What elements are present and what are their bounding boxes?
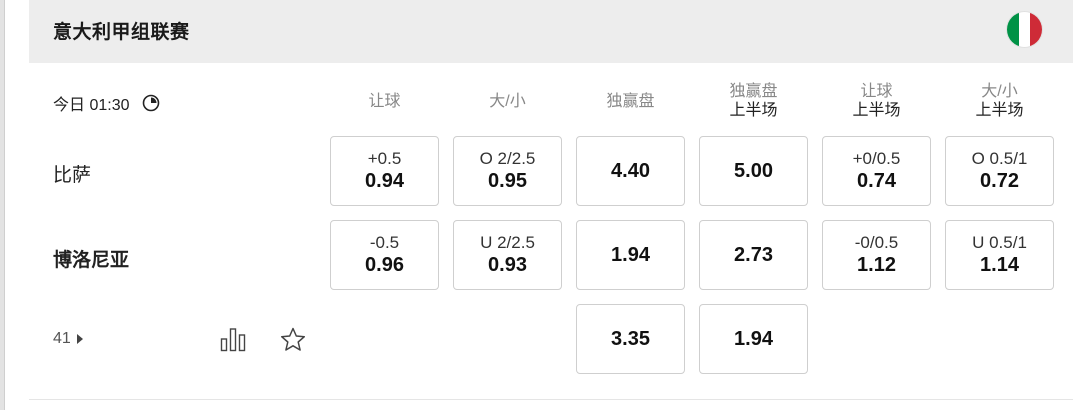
- odds-value: 2.73: [734, 244, 773, 266]
- odds-value: 0.96: [365, 254, 404, 276]
- odds-value: 0.94: [365, 170, 404, 192]
- odds-line: +0.5: [367, 149, 402, 168]
- odds-line: +0/0.5: [852, 149, 901, 168]
- odds-away-handicap[interactable]: -0.5 0.96: [330, 220, 439, 290]
- odds-line: O 2/2.5: [479, 149, 536, 168]
- odds-value: 1.14: [980, 254, 1019, 276]
- league-card: 意大利甲组联赛 今日 01:30 让球 大/小 独赢盘 独赢盘 上半场 让球 上…: [29, 0, 1073, 410]
- odds-away-moneyline[interactable]: 1.94: [576, 220, 685, 290]
- odds-home-over-under[interactable]: O 2/2.5 0.95: [453, 136, 562, 206]
- col-header-sublabel: 上半场: [729, 102, 778, 119]
- league-header[interactable]: 意大利甲组联赛: [29, 0, 1073, 63]
- odds-home-moneyline[interactable]: 4.40: [576, 136, 685, 206]
- star-icon[interactable]: [279, 326, 307, 354]
- odds-value: 4.40: [611, 160, 650, 182]
- col-header-over-under-1h: 大/小 上半场: [944, 78, 1055, 124]
- odds-value: 1.94: [734, 328, 773, 350]
- triangle-right-icon: [76, 334, 83, 344]
- odds-value: 0.74: [857, 170, 896, 192]
- away-team-name[interactable]: 博洛尼亚: [53, 245, 129, 272]
- col-header-label: 让球: [860, 83, 893, 100]
- odds-draw-moneyline-1h[interactable]: 1.94: [699, 304, 808, 374]
- odds-value: 0.93: [488, 254, 527, 276]
- odds-home-moneyline-1h[interactable]: 5.00: [699, 136, 808, 206]
- match-time: 今日 01:30: [53, 91, 160, 115]
- odds-draw-moneyline[interactable]: 3.35: [576, 304, 685, 374]
- col-header-label: 独赢盘: [606, 92, 655, 110]
- col-header-handicap: 让球: [329, 78, 440, 124]
- odds-line: -0.5: [369, 233, 400, 252]
- odds-value: 5.00: [734, 160, 773, 182]
- col-header-label: 让球: [368, 92, 401, 110]
- league-name: 意大利甲组联赛: [53, 22, 190, 43]
- odds-away-over-under[interactable]: U 2/2.5 0.93: [453, 220, 562, 290]
- odds-line: U 0.5/1: [972, 233, 1027, 252]
- window-edge: [0, 0, 5, 410]
- more-markets-count: 41: [53, 330, 71, 347]
- odds-value: 0.72: [980, 170, 1019, 192]
- odds-away-handicap-1h[interactable]: -0/0.5 1.12: [822, 220, 931, 290]
- odds-home-handicap[interactable]: +0.5 0.94: [330, 136, 439, 206]
- col-header-label: 大/小: [981, 83, 1018, 100]
- col-header-handicap-1h: 让球 上半场: [821, 78, 932, 124]
- col-header-label: 独赢盘: [729, 83, 778, 100]
- odds-away-over-under-1h[interactable]: U 0.5/1 1.14: [945, 220, 1054, 290]
- col-header-sublabel: 上半场: [852, 102, 901, 119]
- more-markets-link[interactable]: 41: [53, 330, 83, 348]
- odds-value: 3.35: [611, 328, 650, 350]
- odds-home-handicap-1h[interactable]: +0/0.5 0.74: [822, 136, 931, 206]
- odds-value: 1.94: [611, 244, 650, 266]
- col-header-moneyline-1h: 独赢盘 上半场: [698, 78, 809, 124]
- italy-flag-icon: [1007, 12, 1042, 47]
- col-header-moneyline: 独赢盘: [575, 78, 686, 124]
- col-header-over-under: 大/小: [452, 78, 563, 124]
- home-team-name[interactable]: 比萨: [53, 160, 91, 187]
- odds-value: 1.12: [857, 254, 896, 276]
- odds-home-over-under-1h[interactable]: O 0.5/1 0.72: [945, 136, 1054, 206]
- bar-chart-icon[interactable]: [220, 326, 246, 352]
- clock-icon: [142, 94, 159, 112]
- divider: [29, 399, 1073, 400]
- odds-line: U 2/2.5: [480, 233, 535, 252]
- odds-line: O 0.5/1: [971, 149, 1028, 168]
- odds-value: 0.95: [488, 170, 527, 192]
- match-time-text: 今日 01:30: [53, 97, 130, 114]
- odds-line: -0/0.5: [854, 233, 899, 252]
- col-header-label: 大/小: [489, 92, 526, 110]
- odds-away-moneyline-1h[interactable]: 2.73: [699, 220, 808, 290]
- col-header-sublabel: 上半场: [975, 102, 1024, 119]
